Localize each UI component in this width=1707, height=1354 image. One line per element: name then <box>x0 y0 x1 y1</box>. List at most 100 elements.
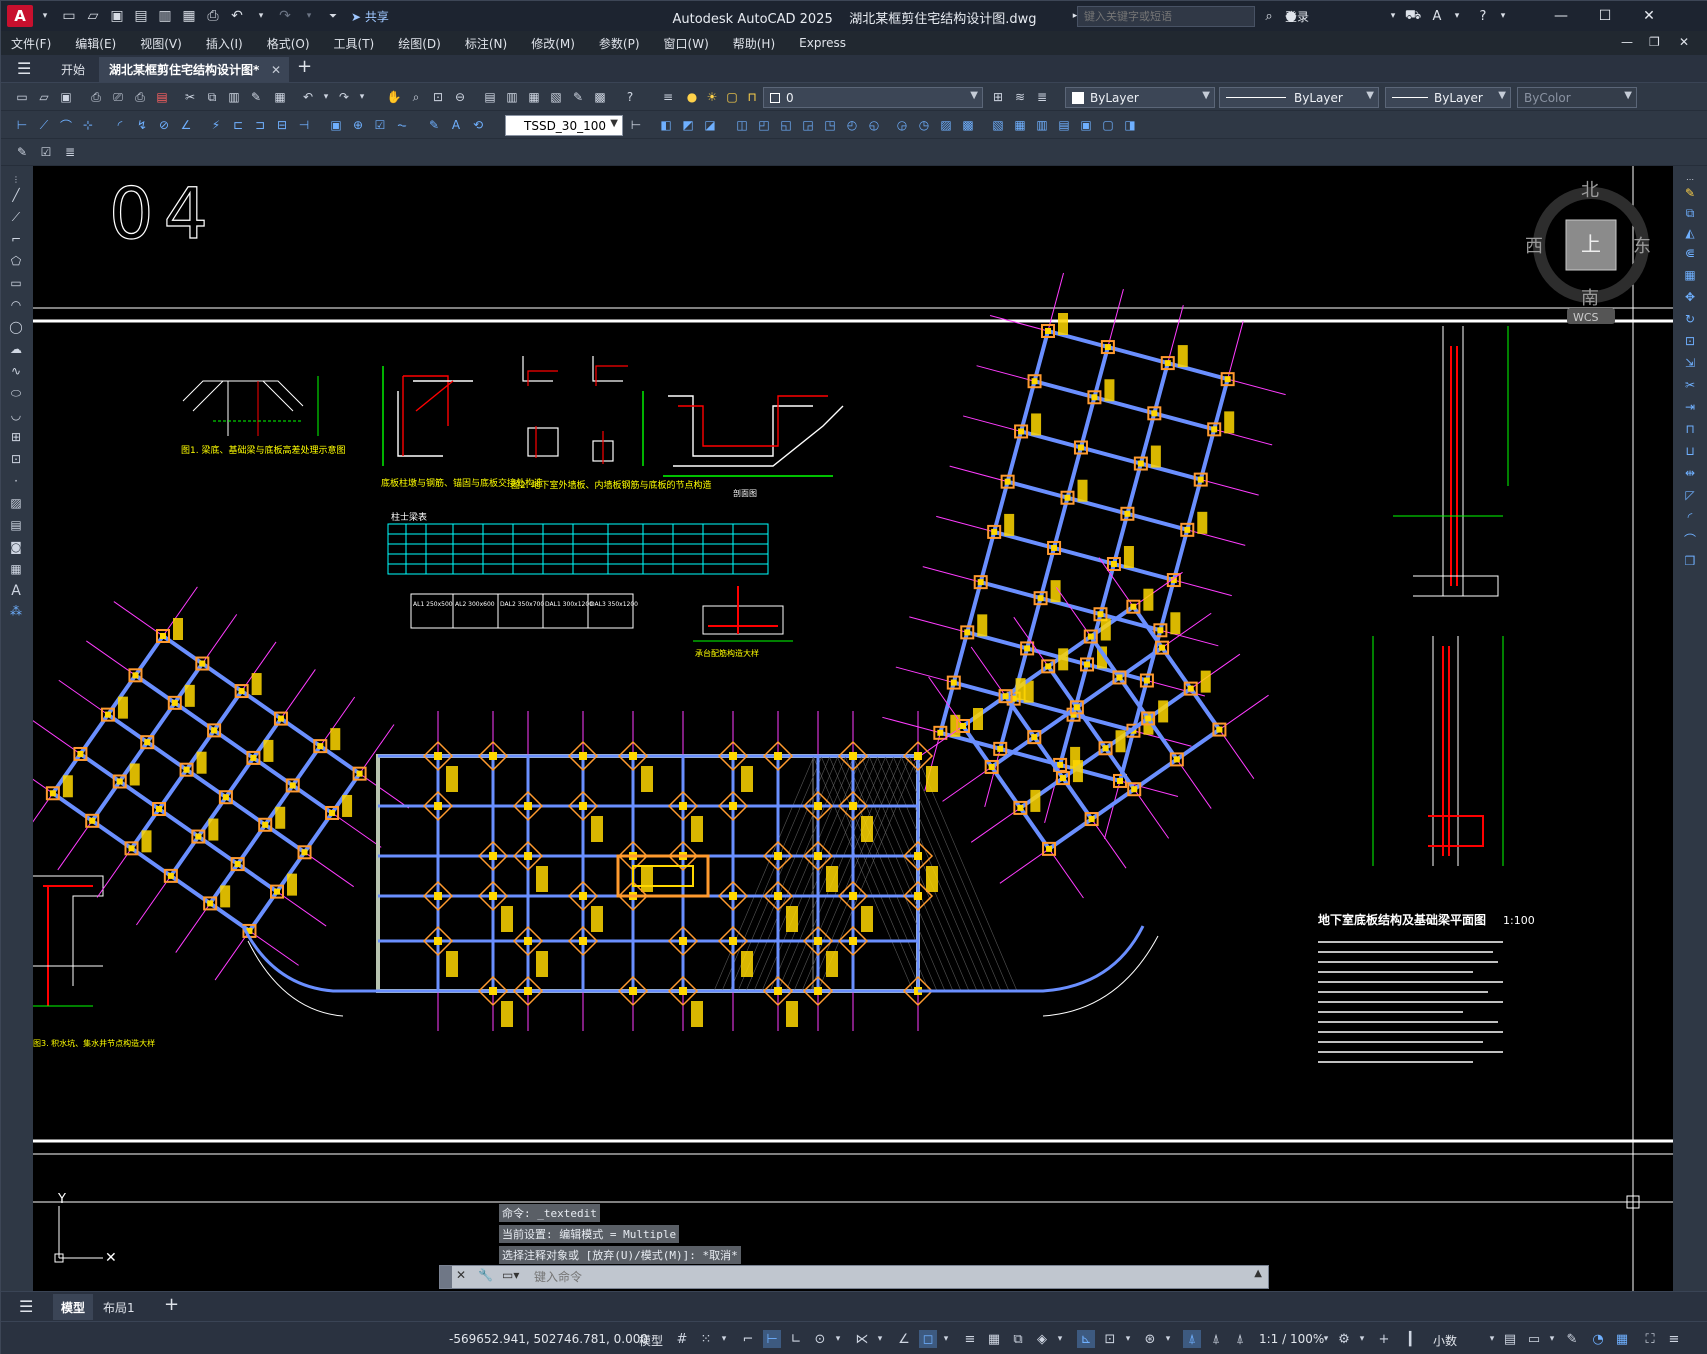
center-mark-icon[interactable]: ⊕ <box>349 116 367 134</box>
sweep-icon[interactable]: ◱ <box>777 116 795 134</box>
hamburger-menu-icon[interactable]: ☰ <box>17 59 31 78</box>
join-icon[interactable]: ⇹ <box>1681 464 1699 482</box>
dim-edit-icon[interactable]: ✎ <box>425 116 443 134</box>
cut-icon[interactable]: ✂ <box>181 88 199 106</box>
command-history-toggle-icon[interactable]: ▲ <box>1254 1268 1262 1279</box>
tab-model[interactable]: 模型 <box>53 1294 93 1320</box>
doc-minimize-button[interactable]: — <box>1621 35 1633 49</box>
separate-icon[interactable]: ▣ <box>1077 116 1095 134</box>
plot-icon[interactable]: ⎙ <box>203 6 223 26</box>
extrude-icon[interactable]: ◫ <box>733 116 751 134</box>
tool-palettes-icon[interactable]: ▦ <box>525 88 543 106</box>
publish-icon[interactable]: ⎙ <box>131 88 149 106</box>
hardware-acceleration-icon[interactable]: ◔ <box>1589 1330 1607 1348</box>
drawing-canvas[interactable]: 04 上 北 南 东 西 WCS 图1. 梁底、基础梁与底板高差处理示意图 底板… <box>33 166 1673 1291</box>
undo-icon[interactable]: ↶ <box>227 6 247 26</box>
undo-dropdown-icon[interactable]: ▾ <box>251 6 271 26</box>
box-icon[interactable]: ◧ <box>657 116 675 134</box>
spline-icon[interactable]: ∿ <box>7 362 25 380</box>
circle-icon[interactable]: ◯ <box>7 318 25 336</box>
point-icon[interactable]: · <box>7 472 25 490</box>
solid-edit-icon[interactable]: ▤ <box>1055 116 1073 134</box>
redo-dropdown-icon[interactable]: ▾ <box>299 6 319 26</box>
zoom-realtime-icon[interactable]: ⌕ <box>407 88 425 106</box>
offset-icon[interactable]: ⋐ <box>1681 244 1699 262</box>
snap-icon[interactable]: ⁙ <box>697 1330 715 1348</box>
rotate-icon[interactable]: ↻ <box>1681 310 1699 328</box>
jogged-icon[interactable]: ↯ <box>133 116 151 134</box>
section-plane-icon[interactable]: ▧ <box>989 116 1007 134</box>
array-icon[interactable]: ▦ <box>1681 266 1699 284</box>
quick-dim-icon[interactable]: ⚡ <box>207 116 225 134</box>
cone-icon[interactable]: ◪ <box>701 116 719 134</box>
3d-osnap-icon[interactable]: ◈ <box>1033 1330 1051 1348</box>
loft-icon[interactable]: ◲ <box>799 116 817 134</box>
extend-icon[interactable]: ⇥ <box>1681 398 1699 416</box>
polar-dropdown-icon[interactable]: ▾ <box>829 1330 847 1348</box>
menu-modify[interactable]: 修改(M) <box>531 35 575 52</box>
redo-icon[interactable]: ↷ <box>275 6 295 26</box>
annotation-visibility-icon[interactable]: ⍋ <box>1183 1330 1201 1348</box>
table-icon[interactable]: ▦ <box>7 560 25 578</box>
pan-icon[interactable]: ✋ <box>385 88 403 106</box>
lock-ui-icon[interactable]: ▭ <box>1525 1330 1543 1348</box>
close-tab-icon[interactable]: ✕ <box>271 63 281 77</box>
chevron-down-icon[interactable]: ▾ <box>35 6 55 26</box>
grid-icon[interactable]: # <box>673 1330 691 1348</box>
menu-parametric[interactable]: 参数(P) <box>599 35 640 52</box>
ortho-icon[interactable]: ∟ <box>787 1330 805 1348</box>
plot-icon[interactable]: ⎙ <box>87 88 105 106</box>
zoom-previous-icon[interactable]: ⊖ <box>451 88 469 106</box>
continue-icon[interactable]: ⊐ <box>251 116 269 134</box>
menu-tools[interactable]: 工具(T) <box>334 35 375 52</box>
quick-properties-icon[interactable]: ▤ <box>1501 1330 1519 1348</box>
ellipse-arc-icon[interactable]: ◡ <box>7 406 25 424</box>
recent-commands-icon[interactable]: ▭▾ <box>502 1268 519 1282</box>
rectangle-icon[interactable]: ▭ <box>7 274 25 292</box>
save-icon[interactable]: ▣ <box>57 88 75 106</box>
linear-dim-icon[interactable]: ⊢ <box>13 116 31 134</box>
layer-properties-icon[interactable]: ≡ <box>659 88 677 106</box>
baseline-icon[interactable]: ⊏ <box>229 116 247 134</box>
units-dropdown-icon[interactable]: ▾ <box>1483 1330 1501 1348</box>
layer-on-bulb-icon[interactable]: ● <box>683 88 701 106</box>
subtract-icon[interactable]: ◵ <box>865 116 883 134</box>
match-properties-icon[interactable]: ✎ <box>247 88 265 106</box>
command-input[interactable] <box>534 1268 1234 1286</box>
doc-close-button[interactable]: ✕ <box>1679 35 1689 49</box>
new-icon[interactable]: ▭ <box>13 88 31 106</box>
layer-unlock-icon[interactable]: ⊓ <box>743 88 761 106</box>
block-editor-icon[interactable]: ▦ <box>271 88 289 106</box>
zoom-window-icon[interactable]: ⊡ <box>429 88 447 106</box>
revision-cloud-icon[interactable]: ☁ <box>7 340 25 358</box>
object-snap-dropdown-icon[interactable]: ▾ <box>937 1330 955 1348</box>
blend-icon[interactable]: ⌒ <box>1681 530 1699 548</box>
trim-icon[interactable]: ✂ <box>1681 376 1699 394</box>
annotation-scale-value[interactable]: 1:1 / 100% <box>1259 1332 1324 1346</box>
color-dropdown[interactable]: ByLayer ▼ <box>1065 87 1215 108</box>
sheet-set-icon[interactable]: ▧ <box>547 88 565 106</box>
polar-tracking-icon[interactable]: ⊙ <box>811 1330 829 1348</box>
menu-format[interactable]: 格式(O) <box>267 35 310 52</box>
flatshot-icon[interactable]: ▦ <box>1011 116 1029 134</box>
hatch-icon[interactable]: ▨ <box>7 494 25 512</box>
gradient-icon[interactable]: ▤ <box>7 516 25 534</box>
calculator-icon[interactable]: ▩ <box>591 88 609 106</box>
snap-dropdown-icon[interactable]: ▾ <box>715 1330 733 1348</box>
open-folder-icon[interactable]: ▱ <box>83 6 103 26</box>
lineweight-dropdown[interactable]: ByLayer ▼ <box>1385 87 1511 108</box>
add-layout-icon[interactable]: + <box>164 1294 179 1315</box>
dim-text-edit-icon[interactable]: A <box>447 116 465 134</box>
ordinate-icon[interactable]: ⊹ <box>79 116 97 134</box>
dim-update-icon[interactable]: ⟲ <box>469 116 487 134</box>
workspace-dropdown-icon[interactable]: ▾ <box>1353 1330 1371 1348</box>
publish-3d-icon[interactable]: ▤ <box>153 88 171 106</box>
maximize-button[interactable]: ☐ <box>1585 3 1625 29</box>
check-drawing-icon[interactable]: ☑ <box>37 143 55 161</box>
make-current-layer-icon[interactable]: ⊞ <box>989 88 1007 106</box>
plotstyle-dropdown[interactable]: ByColor ▼ <box>1517 87 1637 108</box>
search-icon[interactable]: ⌕ <box>1257 5 1281 27</box>
dynamic-input-icon[interactable]: ⊢ <box>763 1330 781 1348</box>
polygon-icon[interactable]: ⬠ <box>7 252 25 270</box>
foundation-plan[interactable] <box>33 272 1286 1031</box>
